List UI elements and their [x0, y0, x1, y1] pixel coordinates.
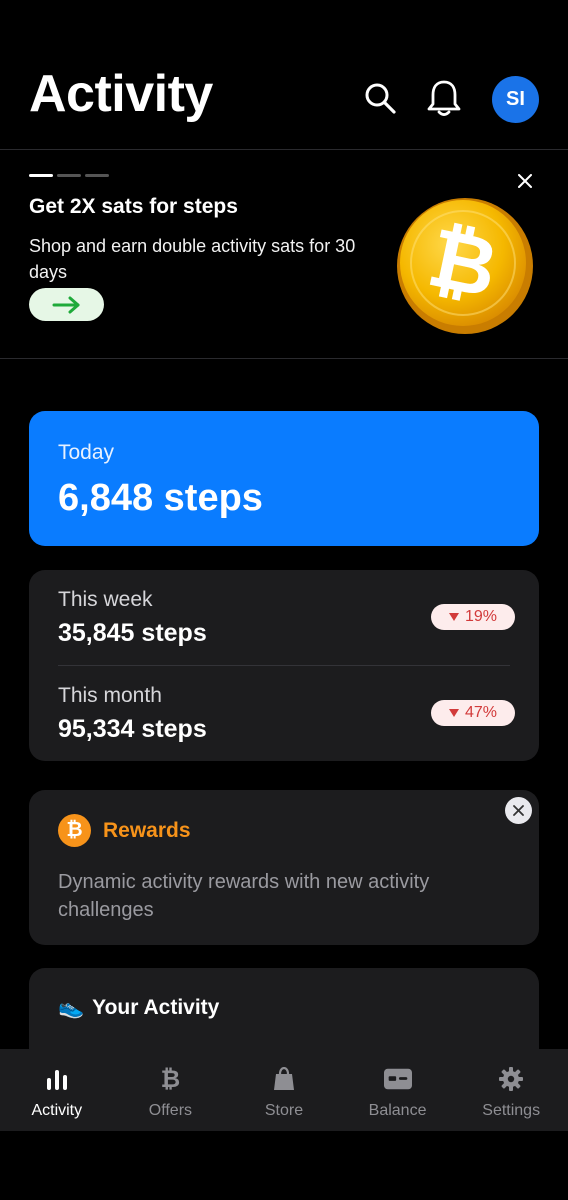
rewards-text: Dynamic activity rewards with new activi… [58, 871, 430, 921]
down-triangle-icon [448, 613, 459, 621]
nav-item-balance[interactable]: Balance [341, 1049, 455, 1131]
week-steps: 35,845 steps [58, 619, 207, 647]
month-label: This month [58, 684, 162, 707]
bitcoin-coin-icon: ₿ [397, 198, 533, 334]
pager-dot [29, 174, 53, 177]
shopping-bag-icon [270, 1065, 298, 1093]
today-label: Today [58, 441, 115, 464]
arrow-right-icon [52, 296, 79, 313]
week-change-badge: 19% [431, 604, 515, 630]
wallet-card-icon [383, 1065, 412, 1093]
close-icon[interactable] [512, 168, 538, 194]
page-title: Activity [29, 65, 213, 123]
promo-pager [29, 174, 109, 177]
nav-label: Store [264, 1102, 304, 1119]
bitcoin-icon: ₿ [160, 1065, 181, 1093]
stats-divider [58, 665, 510, 666]
app-header: Activity SI [0, 0, 568, 150]
nav-label: Balance [368, 1102, 427, 1119]
bar-chart-icon [43, 1065, 71, 1093]
week-label: This week [58, 588, 153, 611]
month-steps: 95,334 steps [58, 715, 207, 743]
today-card[interactable]: Today 6,848 steps [29, 411, 539, 546]
month-change-badge: 47% [431, 700, 515, 726]
nav-item-activity[interactable]: Activity [0, 1049, 114, 1131]
nav-label: Offers [148, 1102, 193, 1119]
your-activity-title: Your Activity [92, 996, 220, 1019]
nav-label: Settings [482, 1102, 541, 1119]
month-change-value: 47% [464, 704, 498, 721]
rewards-title: Rewards [103, 819, 191, 842]
promo-go-button[interactable] [29, 288, 104, 321]
pager-dot [85, 174, 109, 177]
pager-dot [57, 174, 81, 177]
promo-banner[interactable]: Get 2X sats for steps Shop and earn doub… [0, 150, 568, 359]
bottom-nav: Activity ₿ Offers Store Balance Settings [0, 1049, 568, 1131]
today-steps: 6,848 steps [58, 477, 263, 519]
your-activity-heading: 👟 Your Activity [58, 996, 219, 1020]
sneaker-icon: 👟 [58, 996, 85, 1019]
stats-card: This week 35,845 steps 19% This month 95… [29, 570, 539, 761]
gear-icon [497, 1065, 525, 1093]
search-icon[interactable] [360, 78, 400, 118]
nav-item-store[interactable]: Store [227, 1049, 341, 1131]
down-triangle-icon [448, 709, 459, 717]
close-icon[interactable] [505, 797, 532, 824]
rewards-card[interactable]: ₿ Rewards Dynamic activity rewards with … [29, 790, 539, 945]
promo-title: Get 2X sats for steps [29, 195, 238, 218]
bitcoin-icon: ₿ [58, 814, 91, 847]
nav-label: Activity [31, 1102, 83, 1119]
nav-item-settings[interactable]: Settings [454, 1049, 568, 1131]
promo-text: Shop and earn double activity sats for 3… [29, 236, 356, 282]
week-change-value: 19% [464, 608, 498, 625]
avatar[interactable]: SI [492, 76, 539, 123]
bell-icon[interactable] [424, 78, 464, 118]
nav-item-offers[interactable]: ₿ Offers [114, 1049, 228, 1131]
promo-divider [0, 358, 568, 359]
